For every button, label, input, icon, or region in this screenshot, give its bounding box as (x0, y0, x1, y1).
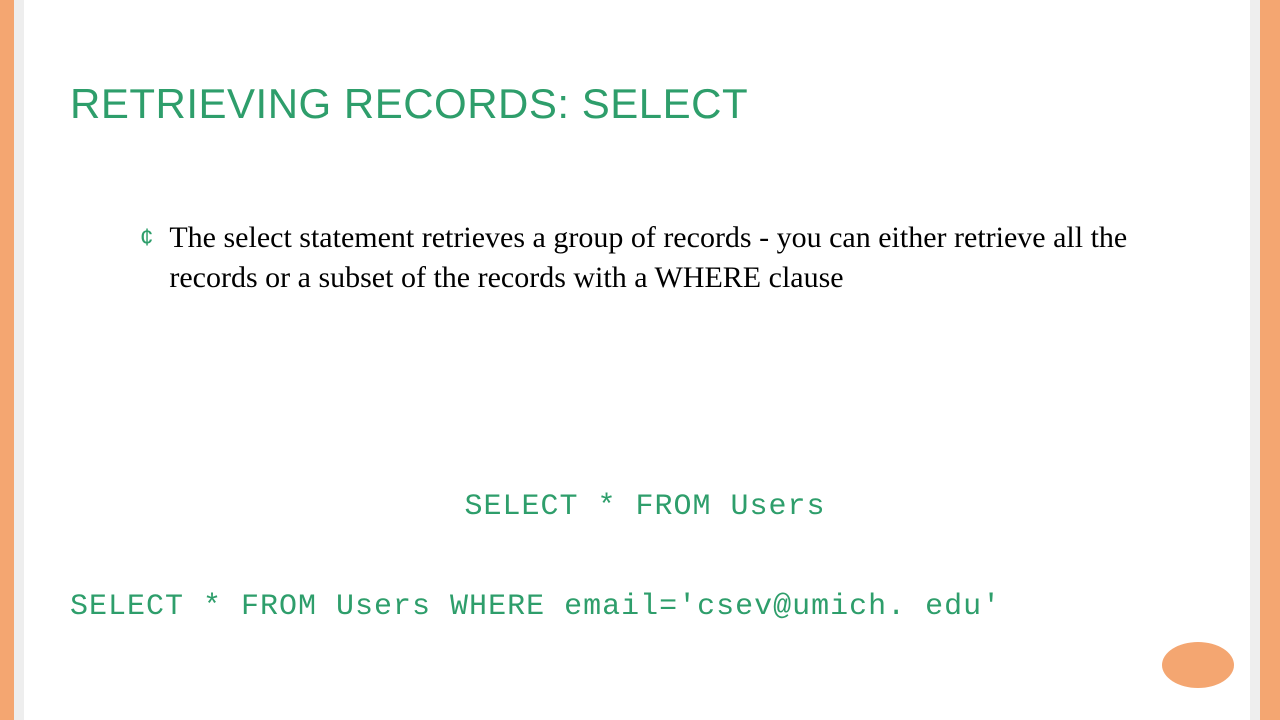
code-example-2: SELECT * FROM Users WHERE email='csev@um… (70, 590, 1001, 624)
bullet-item: ¢ The select statement retrieves a group… (140, 218, 1180, 298)
bullet-marker: ¢ (140, 218, 153, 258)
left-band-outer (0, 0, 14, 720)
left-band-inner (14, 0, 24, 720)
code-example-1: SELECT * FROM Users (70, 490, 1220, 524)
content-area: RETRIEVING RECORDS: SELECT ¢ The select … (70, 80, 1220, 680)
slide-title: RETRIEVING RECORDS: SELECT (70, 80, 1220, 128)
bullet-text: The select statement retrieves a group o… (169, 218, 1180, 298)
slide: RETRIEVING RECORDS: SELECT ¢ The select … (0, 0, 1280, 720)
decorative-oval (1162, 642, 1234, 688)
right-band-outer (1260, 0, 1280, 720)
right-band-inner (1250, 0, 1260, 720)
